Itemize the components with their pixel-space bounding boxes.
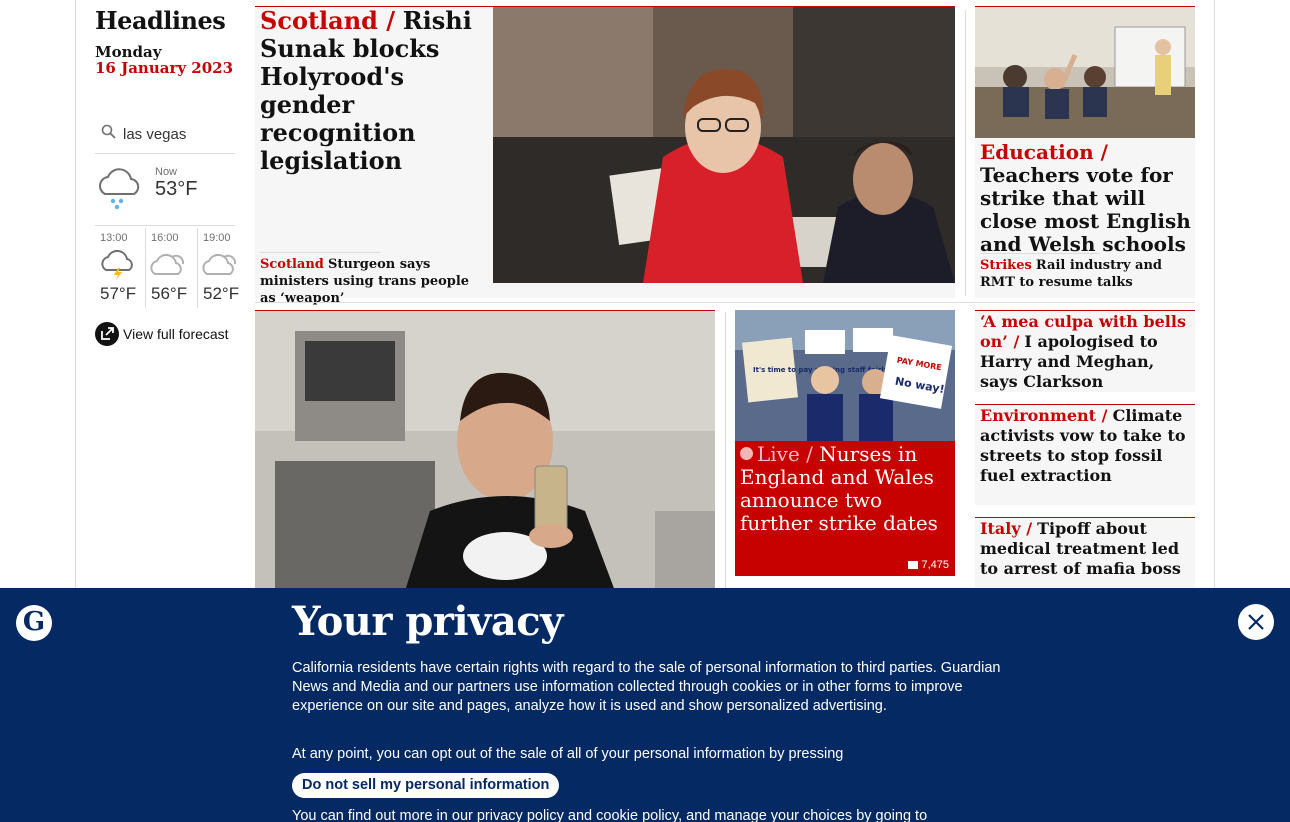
live-indicator-icon — [740, 447, 753, 460]
weather-location-search[interactable]: las vegas — [95, 120, 235, 154]
live-headline[interactable]: Live / Nurses in England and Wales annou… — [740, 443, 952, 535]
sublink-divider — [260, 252, 380, 253]
forecast-time: 13:00 — [100, 232, 128, 244]
comment-icon — [908, 561, 919, 569]
education-kicker: Education / — [980, 140, 1108, 164]
weather-now: Now 53°F — [95, 160, 235, 226]
forecast-time: 19:00 — [203, 232, 231, 244]
lead-story-image — [493, 7, 955, 283]
video-story-card[interactable] — [255, 310, 715, 590]
privacy-banner: G Your privacy California residents have… — [0, 588, 1290, 822]
forecast-slot: 19:00 52°F — [197, 228, 247, 308]
forecast-time: 16:00 — [151, 232, 179, 244]
date-full: 16 January 2023 — [95, 59, 234, 77]
italy-story-card[interactable]: Italy / Tipoff about medical treatment l… — [975, 517, 1195, 597]
external-link-icon — [95, 322, 119, 346]
education-sublink[interactable]: Strikes Rail industry and RMT to resume … — [980, 257, 1192, 291]
rain-cloud-icon — [99, 168, 140, 210]
weather-now-label: Now — [155, 166, 178, 178]
search-icon — [101, 124, 116, 139]
lead-story-card[interactable]: Scotland / Rishi Sunak blocks Holyrood's… — [255, 6, 955, 306]
forecast-slot: 13:00 57°F — [95, 228, 145, 308]
weather-now-temp: 53°F — [155, 178, 198, 200]
clarkson-story-card[interactable]: ‘A mea culpa with bells on’ / I apologis… — [975, 310, 1195, 392]
row-divider — [255, 302, 1195, 303]
privacy-footer-text: You can find out more in our privacy pol… — [292, 808, 928, 822]
privacy-title: Your privacy — [292, 598, 563, 645]
lead-kicker: Scotland / — [260, 6, 396, 35]
sublink-divider — [980, 253, 1100, 254]
italy-kicker: Italy / — [980, 519, 1033, 538]
guardian-logo-icon: G — [16, 605, 52, 641]
forecast-temp: 57°F — [100, 284, 137, 303]
education-sub-kicker: Strikes — [980, 258, 1032, 273]
forecast-temp: 56°F — [151, 284, 188, 303]
forecast-temp: 52°F — [203, 284, 240, 303]
lead-sub-kicker: Scotland — [260, 257, 324, 272]
education-story-image — [975, 7, 1195, 138]
live-kicker: Live / — [757, 442, 813, 466]
environment-kicker: Environment / — [980, 406, 1108, 425]
column-divider — [725, 312, 726, 592]
privacy-body: California residents have certain rights… — [292, 660, 1001, 714]
forecast-slot: 16:00 56°F — [145, 228, 195, 308]
live-story-card[interactable]: It's time to pay nursing staff fairly PA… — [735, 310, 955, 576]
environment-story-card[interactable]: Environment / Climate activists vow to t… — [975, 404, 1195, 505]
partly-cloudy-icon — [150, 253, 185, 275]
view-full-forecast-label[interactable]: View full forecast — [123, 326, 229, 342]
lead-headline[interactable]: Scotland / Rishi Sunak blocks Holyrood's… — [260, 7, 490, 175]
live-story-image: It's time to pay nursing staff fairly PA… — [735, 310, 955, 441]
video-story-image — [255, 311, 715, 590]
education-headline[interactable]: Education / Teachers vote for strike tha… — [980, 141, 1192, 256]
weather-location-value[interactable]: las vegas — [123, 126, 186, 143]
privacy-opt-out-text: At any point, you can opt out of the sal… — [292, 746, 844, 762]
close-icon — [1248, 614, 1264, 630]
education-story-card[interactable]: Education / Teachers vote for strike tha… — [975, 6, 1195, 298]
view-full-forecast-link[interactable]: View full forecast — [95, 322, 245, 346]
lead-sublink[interactable]: Scotland Sturgeon says ministers using t… — [260, 256, 485, 307]
thunder-cloud-icon — [101, 249, 133, 280]
partly-cloudy-icon — [202, 253, 237, 275]
comment-count-value: 7,475 — [921, 559, 949, 571]
do-not-sell-button[interactable]: Do not sell my personal information — [292, 773, 560, 798]
close-banner-button[interactable] — [1238, 604, 1274, 640]
comment-count[interactable]: 7,475 — [908, 559, 949, 571]
education-headline-text: Teachers vote for strike that will close… — [980, 163, 1191, 256]
section-title: Headlines — [95, 6, 226, 35]
column-divider — [965, 10, 966, 296]
